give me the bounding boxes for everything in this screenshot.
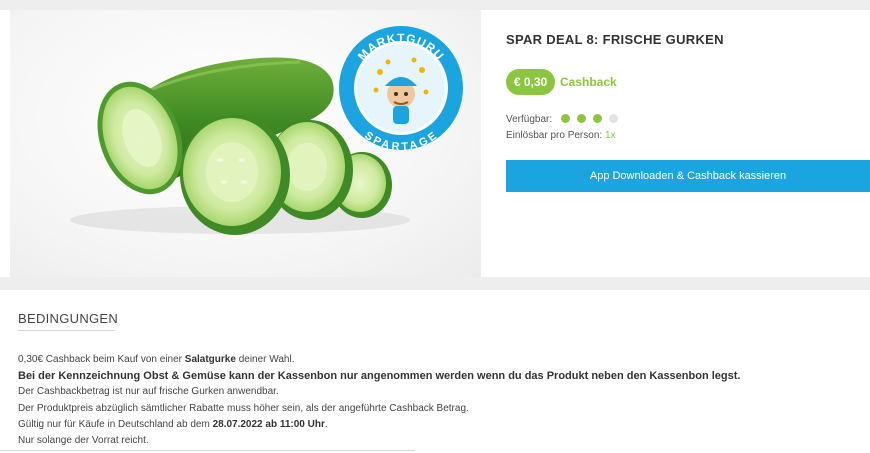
condition-text: 0,30€ Cashback beim Kauf von einer (18, 354, 185, 365)
condition-highlight: Salatgurke (184, 354, 236, 365)
condition-highlight: 28.07.2022 ab 11:00 Uhr (212, 418, 325, 430)
deal-card: MARKTGURU SPARTAGE SPAR DEAL 8: FRISCHE … (0, 10, 870, 277)
price-badge: € 0,30 (506, 69, 555, 95)
deal-details: SPAR DEAL 8: FRISCHE GURKEN € 0,30 Cashb… (506, 10, 870, 277)
condition-line-emphasis: Bei der Kennzeichnung Obst & Gemüse kann… (18, 370, 741, 383)
cucumber-illustration: MARKTGURU SPARTAGE (70, 26, 463, 235)
condition-text: Gültig nur für Käufe in Deutschland ab d… (18, 418, 213, 430)
conditions-text: 0,30€ Cashback beim Kauf von einer Salat… (18, 352, 858, 449)
condition-line: Gültig nur für Käufe in Deutschland ab d… (18, 417, 858, 433)
condition-line: 0,30€ Cashback beim Kauf von einer Salat… (18, 352, 858, 368)
condition-line: Der Produktpreis abzüglich sämtlicher Ra… (18, 402, 469, 414)
condition-text: deiner Wahl. (235, 354, 295, 365)
availability-dot (577, 114, 586, 123)
availability-dot (593, 114, 602, 123)
availability-dot (609, 114, 618, 123)
product-image: MARKTGURU SPARTAGE (10, 10, 481, 277)
conditions-heading: BEDINGUNGEN (18, 311, 119, 326)
condition-line: Der Cashbackbetrag ist nur auf frische G… (18, 386, 279, 398)
conditions-card: BEDINGUNGEN 0,30€ Cashback beim Kauf von… (0, 290, 870, 453)
deal-title: SPAR DEAL 8: FRISCHE GURKEN (506, 32, 724, 47)
limit-row: Einlösbar pro Person: 1x (506, 130, 616, 141)
condition-text: . (324, 418, 328, 430)
divider (0, 450, 415, 451)
download-app-button[interactable]: App Downloaden & Cashback kassieren (506, 160, 870, 192)
limit-label: Einlösbar pro Person: (506, 130, 603, 141)
condition-line: Nur solange der Vorrat reicht. (18, 435, 149, 447)
availability-indicator (561, 114, 618, 124)
limit-value: 1x (604, 130, 616, 141)
availability-label: Verfügbar: (506, 114, 553, 125)
cashback-label: Cashback (560, 75, 617, 89)
availability-dot (561, 114, 570, 123)
heading-underline (18, 330, 115, 331)
